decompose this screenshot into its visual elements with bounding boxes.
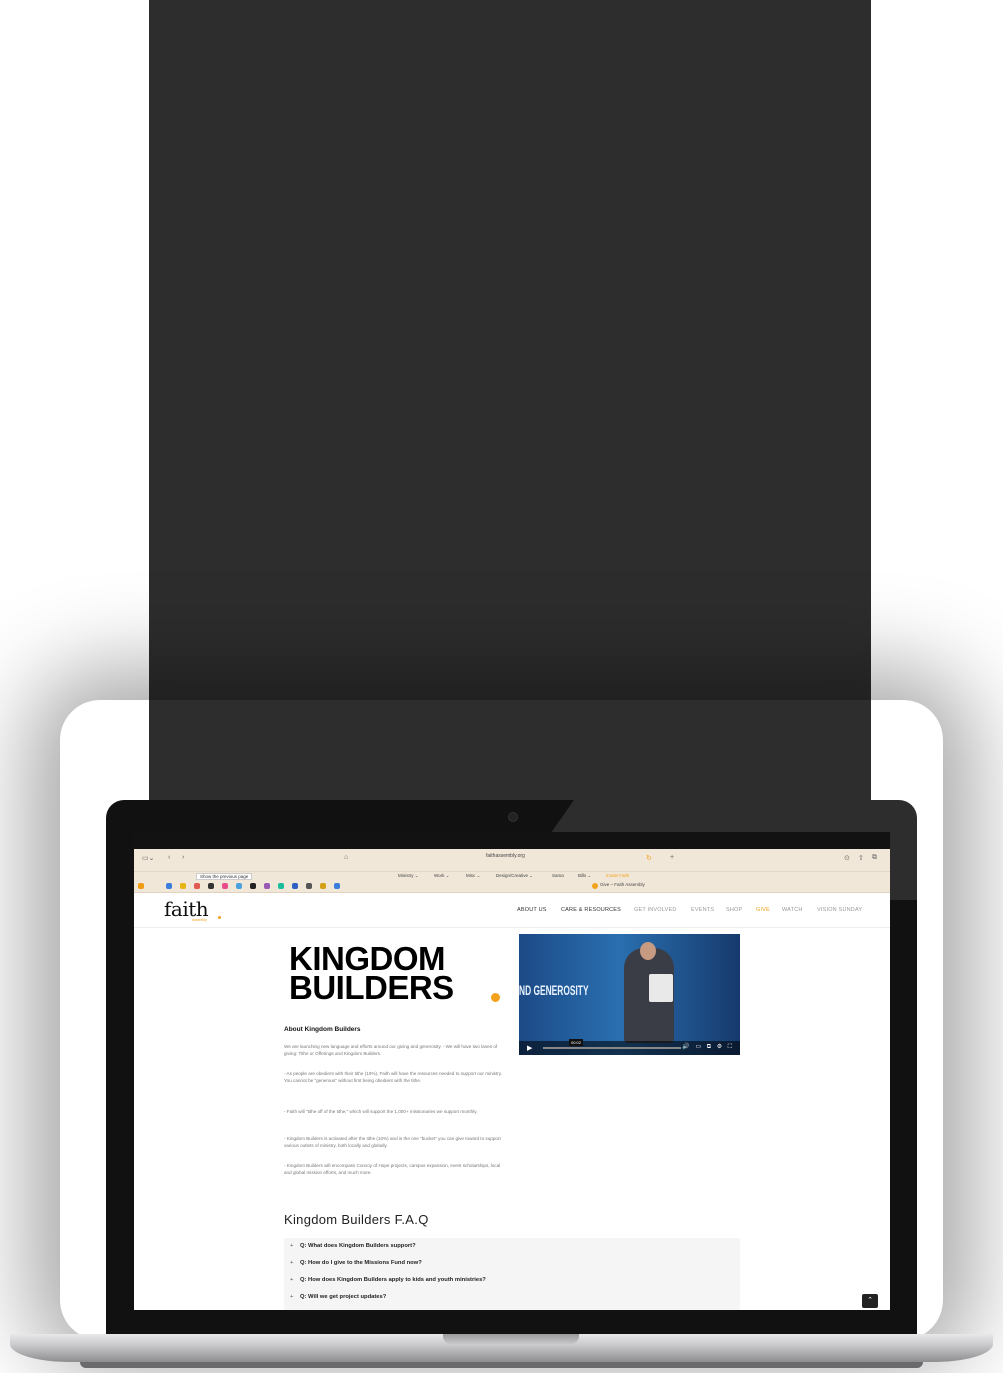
video-control-icons[interactable]: 🔊 ▭ ⧉ ⚙ ⛶ [682,1043,734,1051]
favicon-icon[interactable] [334,883,340,889]
forward-icon[interactable]: › [182,854,184,861]
laptop-lid-notch [443,1334,579,1344]
faq-question: Q: Will we get project updates? [300,1294,387,1300]
nav-about-us[interactable]: ABOUT US [517,907,547,913]
site-header: faith assembly ABOUT US CARE & RESOURCES… [134,893,890,928]
favicon-icon[interactable] [250,883,256,889]
bucket-prop [649,974,673,1002]
nav-get-involved[interactable]: GET INVOLVED [634,907,677,913]
dark-banner-background [149,0,871,800]
favicon-icon[interactable] [306,883,312,889]
speaker-head [640,942,656,960]
favicon-icon[interactable] [264,883,270,889]
plus-icon: + [290,1243,294,1249]
favicon-icon[interactable] [138,883,144,889]
new-tab-icon[interactable]: + [670,854,674,861]
about-paragraph: - Kingdom Builders is activated after th… [284,1136,501,1149]
favicon-icon[interactable] [278,883,284,889]
faq-question: Q: How do I give to the Missions Fund no… [300,1260,422,1266]
active-tab-favicon-icon [592,883,598,889]
active-tab-title[interactable]: Give – Faith Assembly [600,882,645,887]
back-icon[interactable]: ‹ [168,854,170,861]
bookmark-link[interactable]: Sama [552,873,564,878]
favicon-icon[interactable] [236,883,242,889]
webcam-icon [508,812,518,822]
bookmark-folder[interactable]: Ministry ⌄ [398,873,419,879]
plus-icon: + [290,1260,294,1266]
favicon-icon[interactable] [166,883,172,889]
bookmark-folder[interactable]: Work ⌄ [434,873,449,879]
faq-question: Q: How does Kingdom Builders apply to ki… [300,1277,486,1283]
video-player[interactable]: ND GENEROSITY ▶ 00:02 🔊 ▭ ⧉ ⚙ ⛶ [519,934,740,1055]
nav-events[interactable]: EVENTS [691,907,714,913]
sidebar-toggle-icon[interactable]: ▭⌄ [142,854,154,862]
address-bar[interactable]: faithassembly.org [486,853,525,859]
title-line-2: BUILDERS [289,969,454,1006]
video-time: 00:02 [569,1039,584,1046]
favicon-icon[interactable] [208,883,214,889]
bookmark-folder[interactable]: Bills ⌄ [578,873,591,879]
video-progress-bar[interactable]: 00:02 [543,1039,681,1049]
faq-title: Kingdom Builders F.A.Q [284,1212,429,1227]
bookmarks-bar: Show the previous page Ministry ⌄ Work ⌄… [134,872,890,882]
about-paragraph: - Faith will "tithe off of the tithe," w… [284,1109,478,1114]
bookmark-link[interactable]: Inside Faith [606,873,629,878]
faq-accordion: + Q: What does Kingdom Builders support? … [284,1238,740,1310]
reload-icon[interactable]: ↻ [646,854,652,862]
title-accent-dot [491,993,500,1002]
plus-icon: + [290,1294,294,1300]
faq-item[interactable]: + Q: How does Kingdom Builders apply to k… [290,1277,486,1283]
nav-vision-sunday[interactable]: VISION SUNDAY [817,907,862,913]
scroll-to-top-button[interactable]: ⌃ [862,1294,878,1308]
about-paragraph: - Kingdom Builders will encompass Convoy… [284,1163,501,1176]
favicon-icon[interactable] [320,883,326,889]
share-icon[interactable]: ⇧ [858,854,864,862]
os-menubar [134,832,890,849]
plus-icon: + [290,1277,294,1283]
nav-shop[interactable]: SHOP [726,907,742,913]
favicon-icon[interactable] [180,883,186,889]
favicon-icon[interactable] [292,883,298,889]
laptop-lid: ▭⌄ ‹ › ⌂ faithassembly.org ↻ + ⊙ ⇧ ⧉ Sho… [106,800,917,1336]
bookmark-folder[interactable]: Misc ⌄ [466,873,480,879]
laptop-base-shadow [80,1362,923,1368]
nav-give[interactable]: GIVE [756,907,770,913]
about-paragraph: We are launching new language and effort… [284,1044,498,1057]
nav-care-resources[interactable]: CARE & RESOURCES [561,907,621,913]
favicon-icon[interactable] [222,883,228,889]
home-icon[interactable]: ⌂ [344,854,348,861]
faq-question: Q: What does Kingdom Builders support? [300,1243,416,1249]
chevron-up-icon: ⌃ [867,1297,873,1304]
faq-item[interactable]: + Q: Will we get project updates? [290,1294,386,1300]
tab-strip: Give – Faith Assembly [134,882,890,893]
kingdom-builders-title: KINGDOM BUILDERS [289,942,454,1006]
browser-toolbar: ▭⌄ ‹ › ⌂ faithassembly.org ↻ + ⊙ ⇧ ⧉ [134,849,890,872]
video-controls: ▶ 00:02 🔊 ▭ ⧉ ⚙ ⛶ [519,1039,740,1055]
bookmark-folder[interactable]: Design/Creative ⌄ [496,873,533,879]
nav-watch[interactable]: WATCH [782,907,803,913]
tabs-overview-icon[interactable]: ⧉ [872,854,877,862]
play-icon[interactable]: ▶ [527,1044,532,1052]
back-tooltip: Show the previous page [196,873,253,880]
logo-accent-dot [218,916,221,919]
faq-item[interactable]: + Q: What does Kingdom Builders support? [290,1243,416,1249]
downloads-icon[interactable]: ⊙ [844,854,850,862]
site-logo-subtitle: assembly [192,918,207,922]
favicon-icon[interactable] [194,883,200,889]
laptop-screen: ▭⌄ ‹ › ⌂ faithassembly.org ↻ + ⊙ ⇧ ⧉ Sho… [134,832,890,1310]
video-overlay-text: ND GENEROSITY [519,982,589,998]
about-paragraph: - As people are obedient with their tith… [284,1071,502,1084]
about-heading: About Kingdom Builders [284,1026,361,1033]
faq-item[interactable]: + Q: How do I give to the Missions Fund n… [290,1260,422,1266]
